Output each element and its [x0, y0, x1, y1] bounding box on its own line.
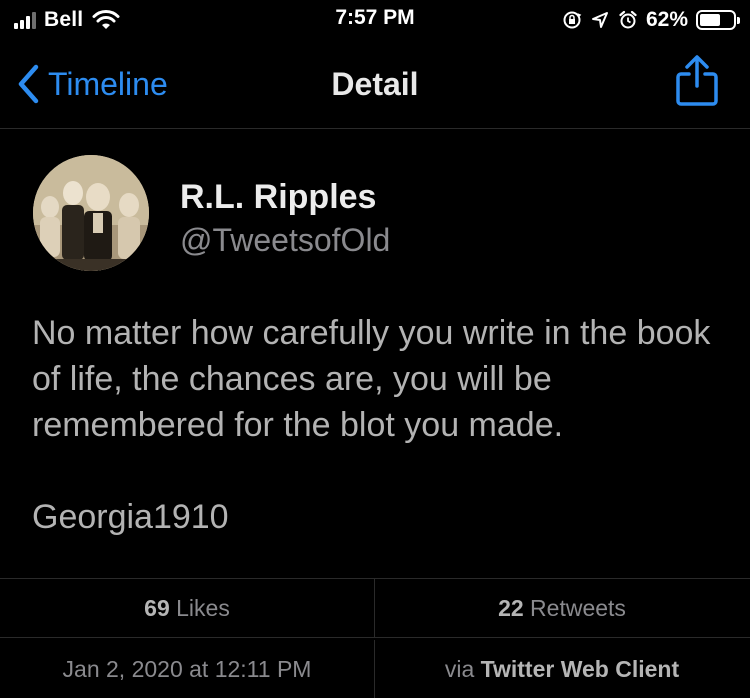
tweet-stats: 69 Likes 22 Retweets Jan 2, 2020 at 12:1… [0, 578, 750, 698]
avatar-image [33, 155, 149, 271]
tweet-source[interactable]: via Twitter Web Client [375, 640, 749, 698]
status-right: 62% [562, 6, 740, 34]
page-title: Detail [331, 66, 419, 102]
battery-fill [700, 14, 720, 26]
client-name: Twitter Web Client [480, 655, 680, 682]
battery-percentage: 62% [645, 8, 688, 31]
tweet-date: Jan 2, 2020 at 12:11 PM [0, 640, 375, 698]
tweet-signature: Georgia1910 [32, 498, 229, 536]
navigation-bar: Timeline Detail [0, 40, 750, 129]
battery-cap [737, 17, 740, 24]
tweet-date-text: Jan 2, 2020 at 12:11 PM [62, 655, 312, 682]
author-name[interactable]: R.L. Ripples [180, 178, 376, 217]
status-bar: Bell 7:57 PM 62% [0, 0, 750, 40]
likes-label: Likes [176, 594, 230, 621]
likes-button[interactable]: 69 Likes [0, 579, 375, 637]
via-prefix: via [444, 655, 475, 682]
avatar[interactable] [33, 155, 149, 271]
retweets-button[interactable]: 22 Retweets [375, 579, 749, 637]
retweets-label: Retweets [530, 594, 626, 621]
orientation-lock-icon [563, 11, 582, 29]
engagement-row: 69 Likes 22 Retweets [0, 579, 750, 638]
meta-row: Jan 2, 2020 at 12:11 PM via Twitter Web … [0, 640, 750, 698]
retweets-count: 22 [498, 594, 524, 621]
tweet-text: No matter how carefully you write in the… [32, 314, 711, 444]
author-handle[interactable]: @TweetsofOld [180, 222, 390, 259]
share-icon[interactable] [672, 54, 722, 108]
location-arrow-icon [591, 12, 608, 28]
battery-icon [696, 10, 740, 30]
alarm-icon [619, 10, 637, 29]
likes-count: 69 [144, 594, 170, 621]
